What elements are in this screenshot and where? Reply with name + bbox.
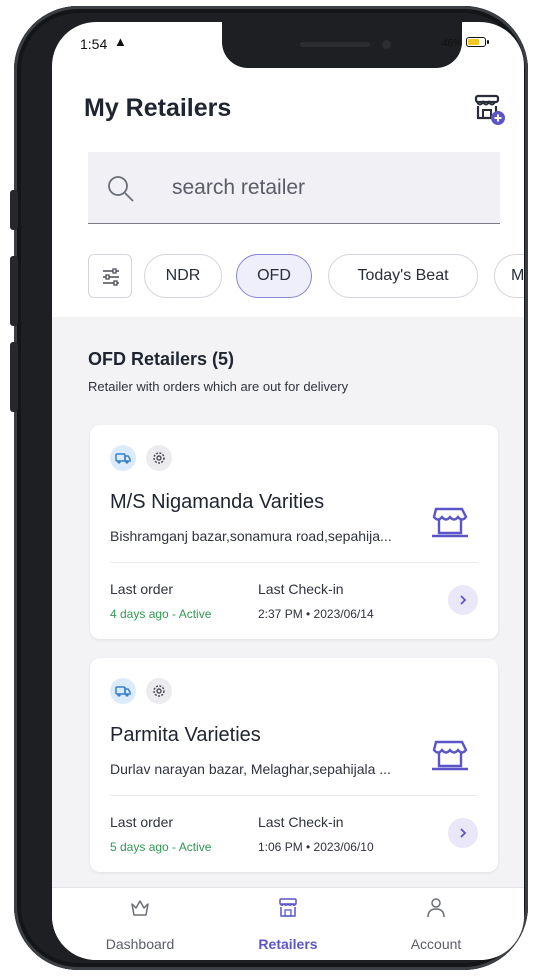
open-retailer-button[interactable]	[448, 585, 478, 615]
retailer-name: M/S Nigamanda Varities	[110, 491, 325, 513]
filter-button[interactable]	[88, 254, 132, 298]
retailer-card[interactable]: M/S Nigamanda Varities Bishramganj bazar…	[90, 425, 498, 639]
retailer-name: Parmita Varieties	[110, 724, 261, 746]
truck-icon	[110, 445, 136, 471]
camera	[382, 40, 391, 49]
last-order-value: 5 days ago - Active	[110, 840, 212, 854]
crown-icon	[128, 896, 152, 925]
page-title: My Retailers	[84, 94, 232, 122]
chip-more[interactable]: M	[494, 254, 524, 298]
bottom-nav: Dashboard Retailers Account	[52, 887, 524, 960]
phone-frame: 1:54 ▲ 46% My Retailers search retailer …	[10, 6, 528, 970]
side-button-mid	[10, 256, 18, 326]
checkin-value: 1:06 PM • 2023/06/10	[258, 840, 374, 854]
nav-account[interactable]: Account	[366, 888, 506, 960]
last-order-label: Last order	[110, 581, 174, 597]
store-add-icon[interactable]	[472, 92, 508, 128]
search-placeholder: search retailer	[172, 176, 306, 199]
gear-icon	[146, 678, 172, 704]
chevron-right-icon	[460, 595, 467, 605]
side-button-low	[10, 342, 18, 412]
open-retailer-button[interactable]	[448, 818, 478, 848]
section-subtitle: Retailer with orders which are out for d…	[88, 379, 349, 394]
retailer-address: Durlav narayan bazar, Melaghar,sepahijal…	[110, 761, 391, 777]
filter-sliders-icon	[103, 268, 119, 286]
side-button-top	[10, 190, 18, 230]
status-time: 1:54	[80, 36, 108, 52]
warning-icon: ▲	[114, 34, 127, 49]
retailer-list-section: OFD Retailers (5) Retailer with orders w…	[52, 317, 524, 887]
nav-label: Dashboard	[105, 936, 175, 952]
chip-todays-beat[interactable]: Today's Beat	[328, 254, 478, 298]
chevron-right-icon	[460, 828, 467, 838]
speaker	[300, 42, 370, 47]
nav-dashboard[interactable]: Dashboard	[70, 888, 210, 960]
retailer-address: Bishramganj bazar,sonamura road,sepahija…	[110, 528, 392, 544]
search-icon	[106, 174, 136, 209]
last-order-label: Last order	[110, 814, 174, 830]
screen: 1:54 ▲ 46% My Retailers search retailer …	[52, 22, 524, 960]
card-divider	[110, 795, 478, 796]
gear-icon	[146, 445, 172, 471]
chip-ndr[interactable]: NDR	[144, 254, 222, 298]
nav-retailers[interactable]: Retailers	[218, 888, 358, 960]
chip-ofd[interactable]: OFD	[236, 254, 312, 298]
last-order-value: 4 days ago - Active	[110, 607, 212, 621]
checkin-label: Last Check-in	[258, 581, 344, 597]
battery-percent: 46%	[442, 38, 463, 49]
store-icon	[428, 738, 472, 779]
card-divider	[110, 562, 478, 563]
truck-icon	[110, 678, 136, 704]
notch	[222, 22, 462, 68]
nav-label: Account	[410, 936, 462, 952]
nav-label: Retailers	[258, 936, 318, 952]
checkin-value: 2:37 PM • 2023/06/14	[258, 607, 374, 621]
store-icon	[276, 896, 300, 925]
search-input[interactable]: search retailer	[88, 152, 500, 224]
battery-icon	[466, 37, 489, 47]
section-title: OFD Retailers (5)	[88, 349, 235, 369]
retailer-card[interactable]: Parmita Varieties Durlav narayan bazar, …	[90, 658, 498, 872]
person-icon	[424, 896, 448, 925]
store-icon	[428, 505, 472, 546]
checkin-label: Last Check-in	[258, 814, 344, 830]
